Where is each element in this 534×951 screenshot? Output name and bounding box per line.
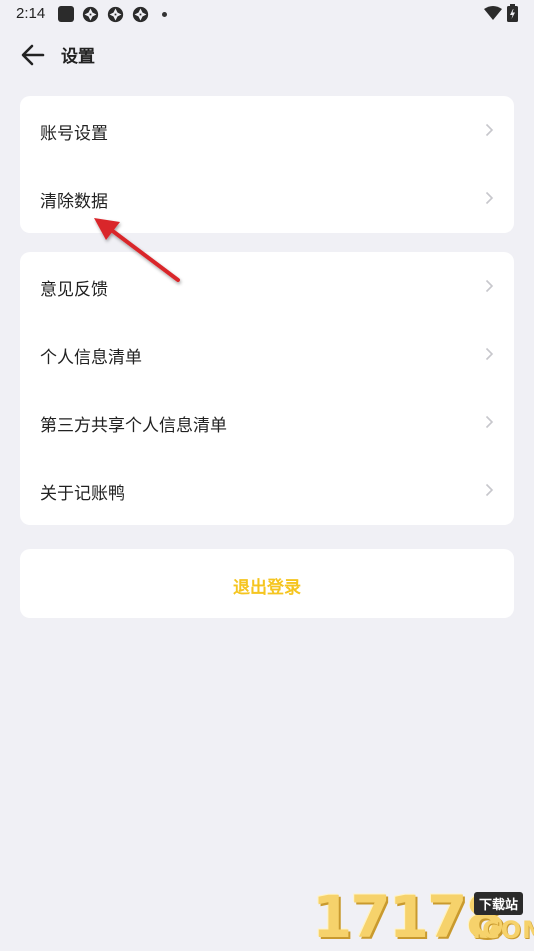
logout-card: 退出登录: [20, 549, 514, 618]
app-bar: 设置: [0, 28, 534, 82]
status-bar: 2:14: [0, 0, 534, 28]
settings-item-third-party-sharing-list[interactable]: 第三方共享个人信息清单: [20, 388, 514, 456]
chevron-right-icon: [485, 279, 494, 293]
chevron-right-icon: [485, 123, 494, 137]
logout-button[interactable]: 退出登录: [20, 549, 514, 618]
settings-group-about: 意见反馈 个人信息清单 第三方共享个人信息清单 关于记账鸭: [20, 252, 514, 525]
settings-item-account[interactable]: 账号设置: [20, 96, 514, 164]
chevron-right-icon: [485, 191, 494, 205]
settings-item-about[interactable]: 关于记账鸭: [20, 456, 514, 524]
wifi-icon: [484, 6, 502, 20]
watermark-logo: 17178 下载站 .COM: [306, 884, 534, 950]
settings-item-label: 账号设置: [40, 124, 108, 144]
settings-item-personal-info-list[interactable]: 个人信息清单: [20, 320, 514, 388]
page-title: 设置: [61, 47, 95, 67]
arrow-left-icon[interactable]: [18, 40, 48, 70]
watermark-badge: 下载站: [474, 892, 524, 915]
settings-item-label: 第三方共享个人信息清单: [40, 416, 227, 436]
settings-item-label: 关于记账鸭: [40, 484, 125, 504]
battery-icon: [507, 4, 518, 22]
logout-label: 退出登录: [233, 578, 301, 598]
aperture-icon: [132, 6, 149, 23]
chevron-right-icon: [485, 415, 494, 429]
settings-item-label: 个人信息清单: [40, 348, 142, 368]
aperture-icon: [107, 6, 124, 23]
chevron-right-icon: [485, 483, 494, 497]
square-notification-icon: [58, 6, 74, 22]
annotation-arrow-icon: [94, 218, 180, 282]
status-time: 2:14: [16, 5, 46, 22]
dot-icon: [162, 12, 167, 17]
aperture-icon: [82, 6, 99, 23]
chevron-right-icon: [485, 347, 494, 361]
watermark-suffix: .COM: [472, 916, 534, 944]
settings-item-label: 清除数据: [40, 192, 108, 212]
